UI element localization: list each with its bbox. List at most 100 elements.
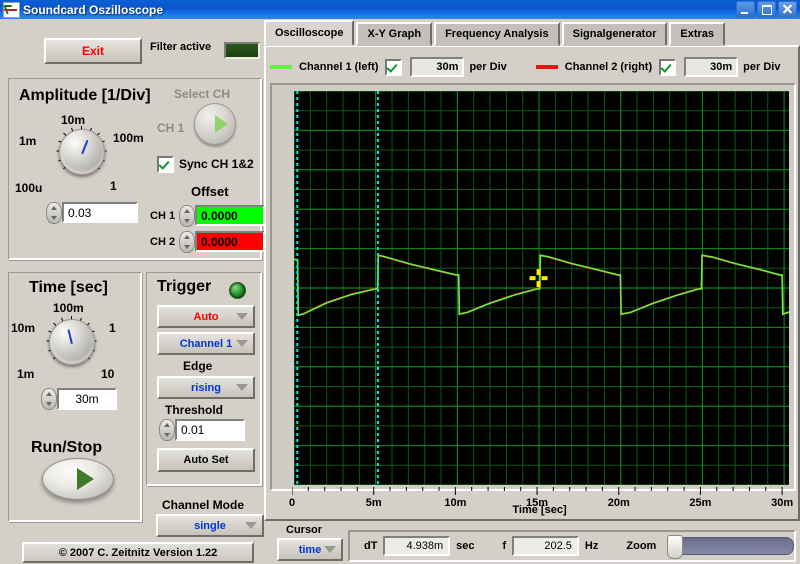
offset-ch1-label: CH 1	[150, 210, 175, 222]
cursor-mode-dropdown[interactable]: time	[277, 538, 343, 561]
time-knob-label-1m: 1m	[17, 367, 34, 381]
frequency-value[interactable]: 202.5	[512, 536, 579, 556]
run-stop-label: Run/Stop	[31, 439, 102, 457]
select-ch-label: Select CH	[174, 87, 230, 101]
title-bar: Soundcard Oszilloscope	[0, 0, 800, 19]
channel2-per-div-value[interactable]: 30m	[684, 57, 738, 77]
dt-value[interactable]: 4.938m	[383, 536, 450, 556]
amplitude-knob[interactable]	[51, 121, 111, 181]
tab-label: Oscilloscope	[275, 27, 343, 39]
plot-frame	[270, 83, 796, 491]
tab-label: Frequency Analysis	[445, 28, 549, 40]
run-stop-button[interactable]	[42, 458, 114, 500]
time-value[interactable]: 30m	[57, 388, 117, 410]
channel1-checkbox[interactable]	[385, 59, 402, 76]
sync-label: Sync CH 1&2	[179, 157, 254, 171]
sync-checkbox[interactable]	[157, 156, 174, 173]
waveform-svg	[294, 91, 789, 485]
select-ch-button[interactable]	[194, 103, 236, 145]
auto-set-button[interactable]: Auto Set	[157, 448, 255, 472]
trigger-mode-dropdown[interactable]: Auto	[157, 305, 255, 328]
time-knob-label-1: 1	[109, 321, 116, 335]
offset-ch2-value[interactable]: 0.0000	[195, 231, 265, 252]
time-knob-label-100m: 100m	[53, 301, 84, 315]
offset-ch1-stepper[interactable]	[179, 205, 195, 227]
amplitude-knob-label-100u: 100u	[15, 181, 42, 195]
amplitude-knob-label-100m: 100m	[113, 131, 144, 145]
channel2-color-swatch	[536, 65, 558, 69]
trigger-title: Trigger	[157, 278, 211, 296]
time-stepper[interactable]	[41, 388, 57, 410]
channel1-color-swatch	[270, 65, 292, 69]
x-axis-ticks	[292, 487, 787, 496]
trigger-source-dropdown[interactable]: Channel 1	[157, 332, 255, 355]
maximize-button[interactable]	[757, 1, 776, 18]
tab-label: X-Y Graph	[367, 28, 421, 40]
trigger-source-value: Channel 1	[180, 338, 233, 350]
time-title: Time [sec]	[29, 279, 108, 297]
channel-mode-value: single	[194, 520, 226, 532]
tab-signalgenerator[interactable]: Signalgenerator	[562, 22, 668, 46]
zoom-label: Zoom	[626, 540, 656, 552]
tab-label: Signalgenerator	[573, 28, 657, 40]
window-title: Soundcard Oszilloscope	[23, 3, 736, 17]
channel1-label: Channel 1 (left)	[299, 61, 378, 73]
offset-ch2-stepper[interactable]	[179, 231, 195, 253]
filter-active-indicator	[224, 42, 260, 59]
time-knob-label-10m: 10m	[11, 321, 35, 335]
tab-oscilloscope[interactable]: Oscilloscope	[264, 20, 354, 46]
time-knob[interactable]	[41, 311, 101, 371]
tab-extras[interactable]: Extras	[669, 22, 725, 46]
x-axis-title: Time [sec]	[292, 504, 787, 516]
threshold-value[interactable]: 0.01	[175, 419, 245, 441]
waveform-plot[interactable]	[294, 91, 789, 485]
offset-ch2-label: CH 2	[150, 236, 175, 248]
filter-active-label: Filter active	[150, 41, 211, 53]
exit-button[interactable]: Exit	[44, 38, 142, 64]
edge-dropdown[interactable]: rising	[157, 376, 255, 399]
close-button[interactable]	[778, 1, 797, 18]
tab-label: Extras	[680, 28, 714, 40]
copyright-label: © 2007 C. Zeitnitz Version 1.22	[22, 542, 254, 563]
channel-mode-dropdown[interactable]: single	[156, 514, 264, 537]
window-buttons	[736, 1, 797, 18]
offset-title: Offset	[191, 184, 229, 199]
amplitude-value[interactable]: 0.03	[62, 202, 138, 223]
tab-frequency-analysis[interactable]: Frequency Analysis	[434, 22, 560, 46]
frequency-unit: Hz	[585, 540, 598, 552]
threshold-stepper[interactable]	[159, 419, 175, 441]
channel1-per-div-label: per Div	[469, 61, 506, 73]
cursor-label: Cursor	[286, 524, 322, 536]
channel2-checkbox[interactable]	[659, 59, 676, 76]
trigger-panel: Trigger Auto Channel 1 Edge rising Thres…	[146, 272, 262, 486]
app-icon	[3, 2, 20, 18]
trigger-led	[229, 282, 246, 299]
amplitude-knob-label-1m: 1m	[19, 134, 36, 148]
dt-unit: sec	[456, 540, 474, 552]
frequency-label: f	[503, 540, 507, 552]
minimize-button[interactable]	[736, 1, 755, 18]
amplitude-knob-label-10m: 10m	[61, 113, 85, 127]
zoom-slider[interactable]	[668, 537, 794, 555]
edge-value: rising	[191, 382, 221, 394]
channel1-per-div-value[interactable]: 30m	[410, 57, 464, 77]
zoom-slider-handle[interactable]	[667, 535, 683, 559]
channel2-per-div-label: per Div	[743, 61, 780, 73]
threshold-label: Threshold	[165, 403, 223, 417]
amplitude-knob-label-1: 1	[110, 179, 117, 193]
tab-strip: Oscilloscope X-Y Graph Frequency Analysis S…	[264, 24, 796, 46]
amplitude-stepper[interactable]	[46, 202, 62, 224]
select-ch-value: CH 1	[157, 121, 184, 135]
channel-mode-label: Channel Mode	[162, 498, 244, 512]
channel2-label: Channel 2 (right)	[565, 61, 652, 73]
amplitude-title: Amplitude [1/Div]	[19, 87, 151, 105]
dt-label: dT	[364, 540, 377, 552]
oscilloscope-app: Soundcard Oszilloscope Exit Filter activ…	[0, 0, 800, 564]
amplitude-panel: Amplitude [1/Div] 10m 1m 100m 100u 1 0.0…	[8, 78, 262, 260]
cursor-mode-value: time	[299, 544, 322, 556]
offset-ch1-value[interactable]: 0.0000	[195, 205, 265, 226]
cursor-readout-bar: dT 4.938m sec f 202.5 Hz Zoom	[348, 530, 796, 562]
legend-row: Channel 1 (left) 30m per Div Channel 2 (…	[270, 58, 790, 76]
time-knob-label-10: 10	[101, 367, 114, 381]
tab-x-y-graph[interactable]: X-Y Graph	[356, 22, 432, 46]
